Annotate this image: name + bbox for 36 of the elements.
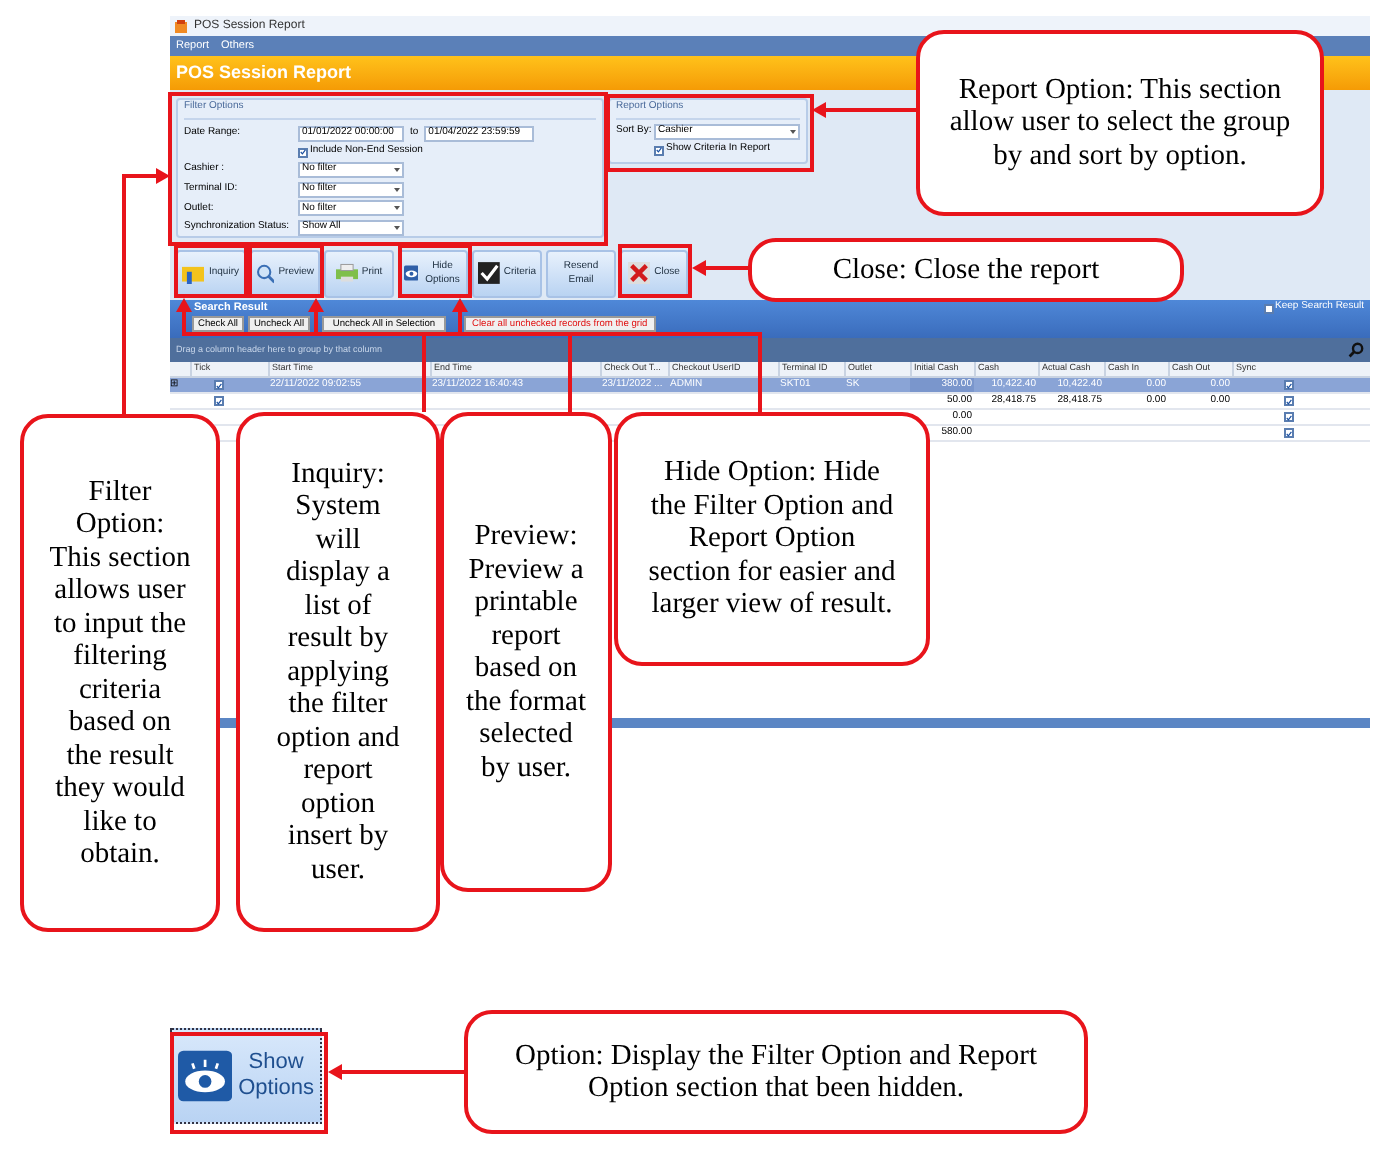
- caret-icon[interactable]: [790, 130, 796, 134]
- highlight-frame: [618, 244, 692, 298]
- arrow: [812, 102, 916, 118]
- callout: Inquiry: System will display a list of result by applying the filter option and report option insert by user.: [236, 412, 440, 932]
- checkbox[interactable]: [298, 147, 308, 157]
- checkbox[interactable]: [1284, 396, 1294, 406]
- checkbox[interactable]: [214, 380, 224, 390]
- magnifier-icon: [256, 262, 275, 284]
- callout: Filter Option: This section allows user to input the filtering criteria based on the result they would like to obtain.: [20, 414, 220, 932]
- page-title: POS Session Report: [176, 59, 352, 86]
- caret-icon[interactable]: [394, 168, 400, 173]
- app-icon: [174, 19, 188, 33]
- checkbox[interactable]: [1263, 303, 1274, 313]
- checkbox[interactable]: [1284, 428, 1294, 438]
- callout: Hide Option: Hide the Filter Option and Report Option section for easier and larger view of result.: [614, 412, 930, 666]
- checkbox[interactable]: [654, 145, 664, 155]
- caret-icon[interactable]: [394, 187, 400, 192]
- checkmark-icon: [478, 262, 500, 284]
- close-icon: [628, 262, 651, 284]
- arrow: [328, 1064, 464, 1080]
- callout: Close: Close the report: [748, 238, 1184, 302]
- checkbox[interactable]: [214, 396, 224, 406]
- arrow: [692, 260, 748, 276]
- caret-icon[interactable]: [394, 225, 400, 230]
- checkbox[interactable]: [1284, 412, 1294, 422]
- printer-icon: [335, 262, 358, 284]
- callout: Option: Display the Filter Option and Report Option section that been hidden.: [464, 1010, 1088, 1134]
- checkbox[interactable]: [1284, 380, 1294, 390]
- callout: Preview: Preview a printable report based on the format selected by user.: [440, 412, 612, 892]
- show-options-button[interactable]: Show Options: [170, 1028, 322, 1124]
- caret-icon[interactable]: [394, 206, 400, 211]
- search-icon[interactable]: [1348, 342, 1364, 358]
- eye-icon: [404, 262, 419, 284]
- card-icon: [182, 262, 205, 284]
- eye-icon: [178, 1048, 233, 1104]
- callout: Report Option: This section allow user to select the group by and sort by option.: [916, 30, 1324, 216]
